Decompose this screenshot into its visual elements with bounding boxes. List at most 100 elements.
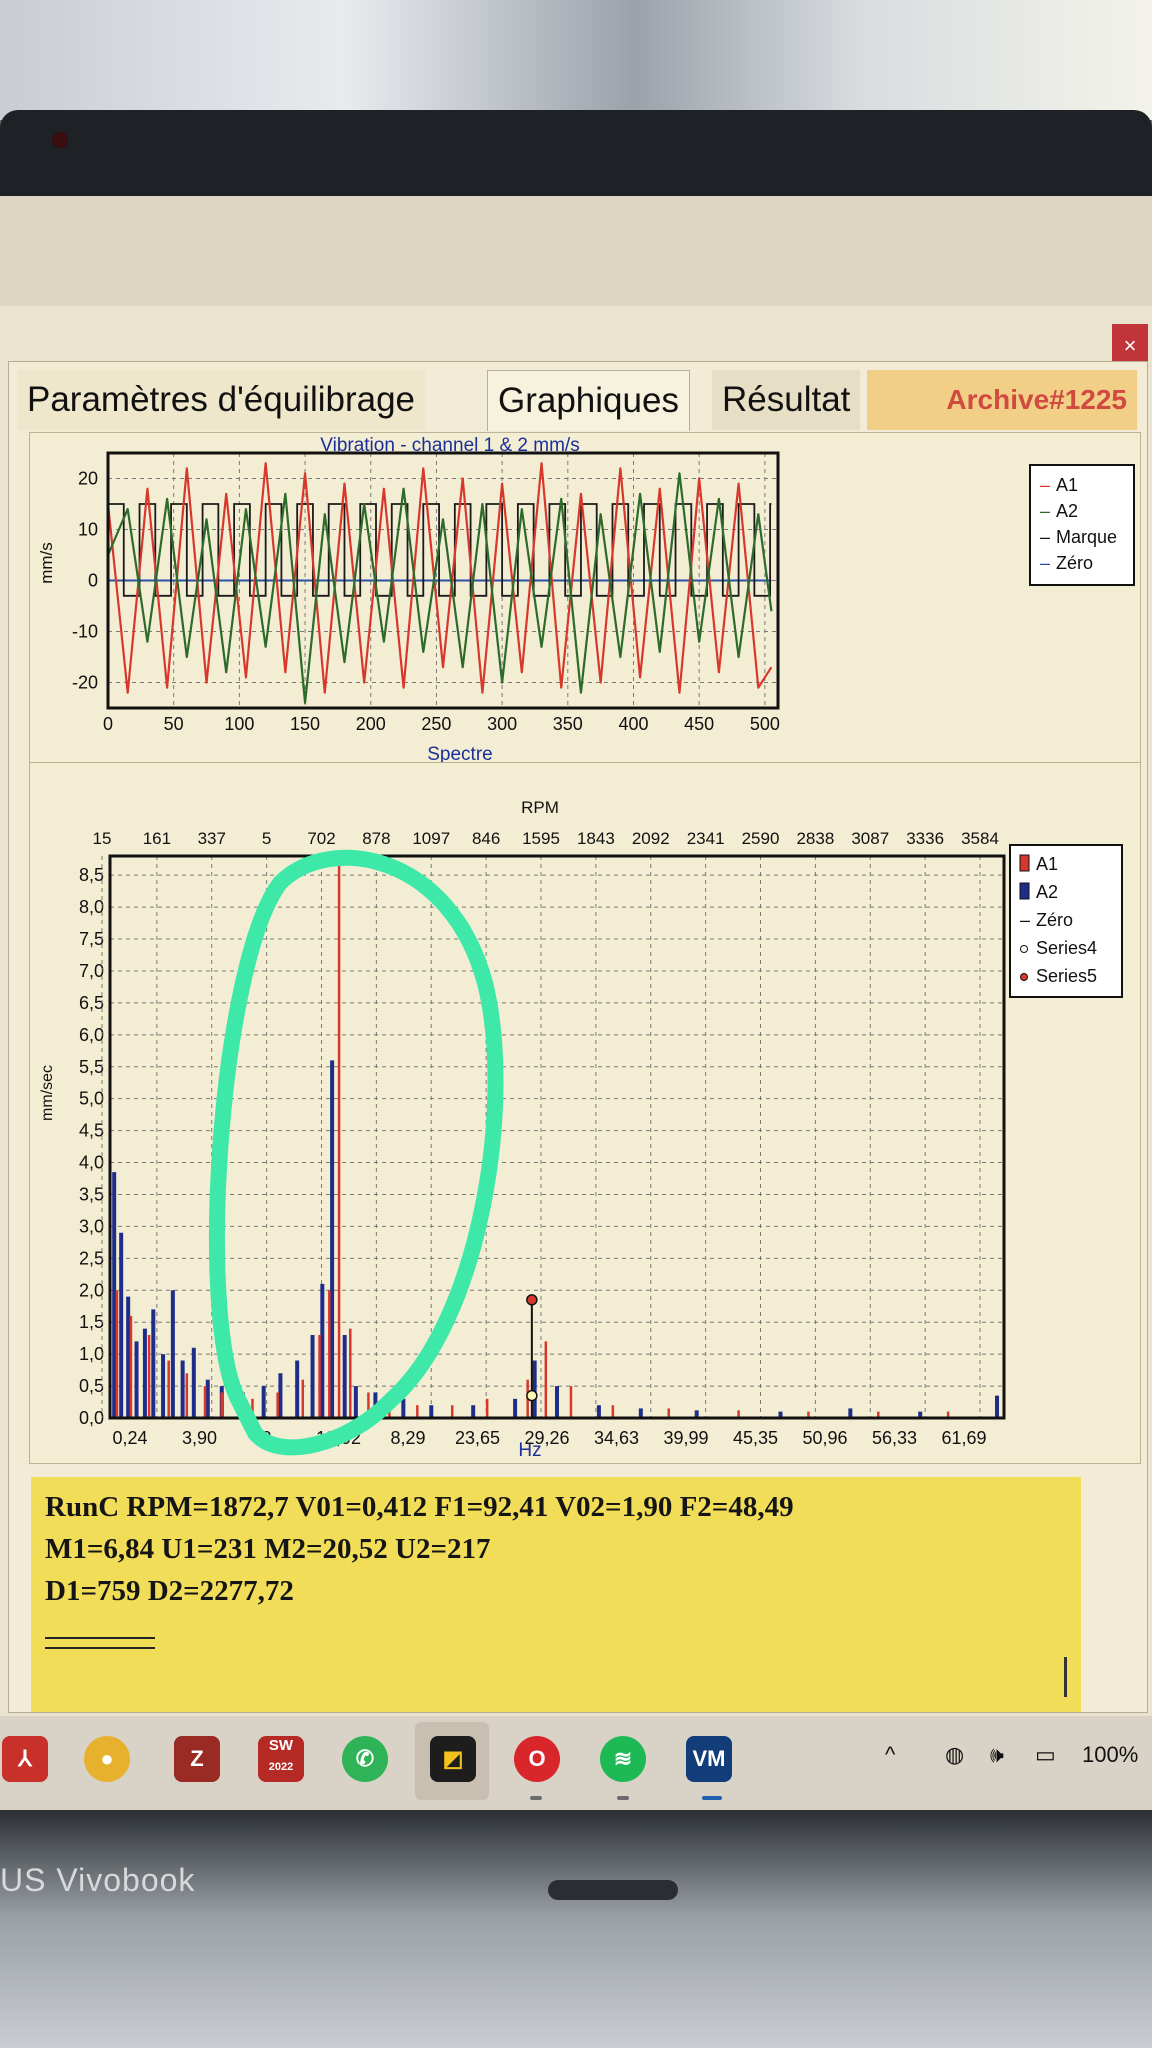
tab-balancing-parameters[interactable]: Paramètres d'équilibrage xyxy=(17,370,426,430)
pdf-icon[interactable]: ⅄ xyxy=(2,1736,48,1782)
output-line-mass: M1=6,84 U1=231 M2=20,52 U2=217 xyxy=(45,1533,491,1565)
output-separator xyxy=(45,1637,155,1649)
spectrum-rpm-title: RPM xyxy=(521,798,559,817)
spectrum-chart: RPM 15 161 337 5 702 878 1097 846 1595 1843 2092 23… xyxy=(39,798,1123,1461)
zotero-icon[interactable]: Z xyxy=(174,1736,220,1782)
vibration-panel: Vibration - channel 1 & 2 mm/s mm/s Spec… xyxy=(29,432,1141,765)
spotify-icon[interactable]: ≋ xyxy=(600,1736,646,1782)
spectrum-y-tick: 7,5 xyxy=(79,929,104,949)
legend-a1: – xyxy=(1040,475,1050,495)
legend-zero: – xyxy=(1020,910,1030,930)
archive-label: Archive#1225 xyxy=(867,370,1137,430)
spectrum-y-tick: 5,0 xyxy=(79,1089,104,1109)
solidworks-year: 2022 xyxy=(268,1761,294,1773)
vibration-x-tick: 450 xyxy=(684,714,714,734)
legend-a2: – xyxy=(1040,501,1050,521)
spectrum-rpm-tick: 878 xyxy=(362,829,390,848)
spectrum-x-tick: 8,29 xyxy=(390,1428,425,1448)
spectrum-y-tick: 4,0 xyxy=(79,1153,104,1173)
spectrum-x-tick: 23,65 xyxy=(455,1428,500,1448)
vibration-x-tick: 400 xyxy=(618,714,648,734)
spectrum-rpm-tick: 846 xyxy=(472,829,500,848)
balancer-icon[interactable]: VM xyxy=(686,1736,732,1782)
laptop-brand: US Vivobook xyxy=(0,1862,196,1898)
svg-text:Series4: Series4 xyxy=(1036,938,1097,958)
vibration-y-tick: -20 xyxy=(72,673,98,693)
vibration-x-tick: 500 xyxy=(750,714,780,734)
spectrum-x-tick: 0,24 xyxy=(112,1428,147,1448)
spectrum-y-tick: 3,5 xyxy=(79,1184,104,1204)
vibration-y-tick: -10 xyxy=(72,622,98,642)
output-line-run: RunC RPM=1872,7 V01=0,412 F1=92,41 V02=1… xyxy=(45,1491,794,1523)
camera-led xyxy=(52,132,68,148)
running-indicator xyxy=(617,1796,629,1800)
spectrum-y-tick: 0,0 xyxy=(79,1408,104,1428)
svg-text:A1: A1 xyxy=(1036,854,1058,874)
vibration-x-tick: 350 xyxy=(553,714,583,734)
spectrum-rpm-tick: 337 xyxy=(198,829,226,848)
svg-text:A1: A1 xyxy=(1056,475,1078,495)
spectrum-rpm-tick: 3584 xyxy=(961,829,999,848)
spectrum-x-tick: 50,96 xyxy=(802,1428,847,1448)
chevron-up-icon[interactable]: ^ xyxy=(885,1742,895,1768)
chrome-icon[interactable]: ● xyxy=(84,1736,130,1782)
spectrum-x-tick: 56,33 xyxy=(872,1428,917,1448)
annotation-loop xyxy=(209,849,504,1456)
window-titlebar xyxy=(0,196,1152,306)
app-icon[interactable]: ◩ xyxy=(430,1736,476,1782)
laptop-base xyxy=(0,1810,1152,2048)
vibration-y-tick: 20 xyxy=(78,469,98,489)
spectrum-y-tick: 7,0 xyxy=(79,961,104,981)
spectrum-rpm-tick: 702 xyxy=(307,829,335,848)
legend-zero: – xyxy=(1040,553,1050,573)
taskbar: ⅄ ● Z SW 2022 ✆ ◩ O ≋ VM ^ ◍ 🕪 ▭ 100% xyxy=(0,1716,1152,1812)
vibration-ylabel: mm/s xyxy=(37,542,56,584)
spectrum-y-tick: 8,0 xyxy=(79,897,104,917)
whatsapp-icon[interactable]: ✆ xyxy=(342,1736,388,1782)
spectrum-point-series5 xyxy=(526,1294,538,1306)
spectrum-y-tick: 8,5 xyxy=(79,865,104,885)
vibration-xlabel: Spectre xyxy=(427,744,492,763)
screen: × Paramètres d'équilibrage Graphiques Ré… xyxy=(0,196,1152,1812)
spectrum-rpm-tick: 5 xyxy=(262,829,271,848)
svg-text:A2: A2 xyxy=(1056,501,1078,521)
vibration-legend: – A1 – A2 – Marque – Zéro xyxy=(1029,464,1135,586)
legend-a2 xyxy=(1019,882,1030,900)
tab-graphs[interactable]: Graphiques xyxy=(487,370,690,431)
spectrum-x-tick: 3,90 xyxy=(182,1428,217,1448)
speaker-icon[interactable]: 🕪 xyxy=(990,1742,1004,1768)
text-cursor xyxy=(1064,1657,1067,1697)
legend-marque: – xyxy=(1040,527,1050,547)
spectrum-x-tick: 34,63 xyxy=(594,1428,639,1448)
spectrum-x-tick: 29,26 xyxy=(524,1428,569,1448)
spectrum-rpm-tick: 15 xyxy=(93,829,112,848)
spectrum-ylabel: mm/sec xyxy=(39,1065,56,1121)
svg-text:Zéro: Zéro xyxy=(1036,910,1073,930)
opera-icon[interactable]: O xyxy=(514,1736,560,1782)
vibration-x-tick: 150 xyxy=(290,714,320,734)
spectrum-rpm-tick: 2092 xyxy=(632,829,670,848)
spectrum-y-tick: 2,0 xyxy=(79,1280,104,1300)
spectrum-y-tick: 4,5 xyxy=(79,1121,104,1141)
spectrum-x-tick: 45,35 xyxy=(733,1428,778,1448)
tab-result[interactable]: Résultat xyxy=(712,370,861,430)
battery-icon[interactable]: ▭ xyxy=(1035,1742,1056,1768)
vibration-x-tick: 50 xyxy=(164,714,184,734)
spectrum-y-tick: 6,5 xyxy=(79,993,104,1013)
spectrum-x-tick: 39,99 xyxy=(663,1428,708,1448)
globe-icon[interactable]: ◍ xyxy=(945,1742,964,1768)
svg-text:Marque: Marque xyxy=(1056,527,1117,547)
spectrum-x-tick: 61,69 xyxy=(941,1428,986,1448)
spectrum-rpm-tick: 2590 xyxy=(742,829,780,848)
solidworks-icon[interactable]: SW 2022 xyxy=(258,1736,304,1782)
spectrum-panel: RPM 15 161 337 5 702 878 1097 846 1595 1843 2092 23… xyxy=(29,762,1141,1464)
output-line-distance: D1=759 D2=2277,72 xyxy=(45,1575,294,1607)
svg-text:A2: A2 xyxy=(1036,882,1058,902)
solidworks-label: SW xyxy=(268,1737,294,1754)
vibration-x-tick: 250 xyxy=(421,714,451,734)
vibration-y-tick: 0 xyxy=(88,571,98,591)
vibration-y-tick: 10 xyxy=(78,520,98,540)
spectrum-y-tick: 0,5 xyxy=(79,1376,104,1396)
spectrum-rpm-tick: 2838 xyxy=(796,829,834,848)
spectrum-rpm-tick: 1097 xyxy=(412,829,450,848)
